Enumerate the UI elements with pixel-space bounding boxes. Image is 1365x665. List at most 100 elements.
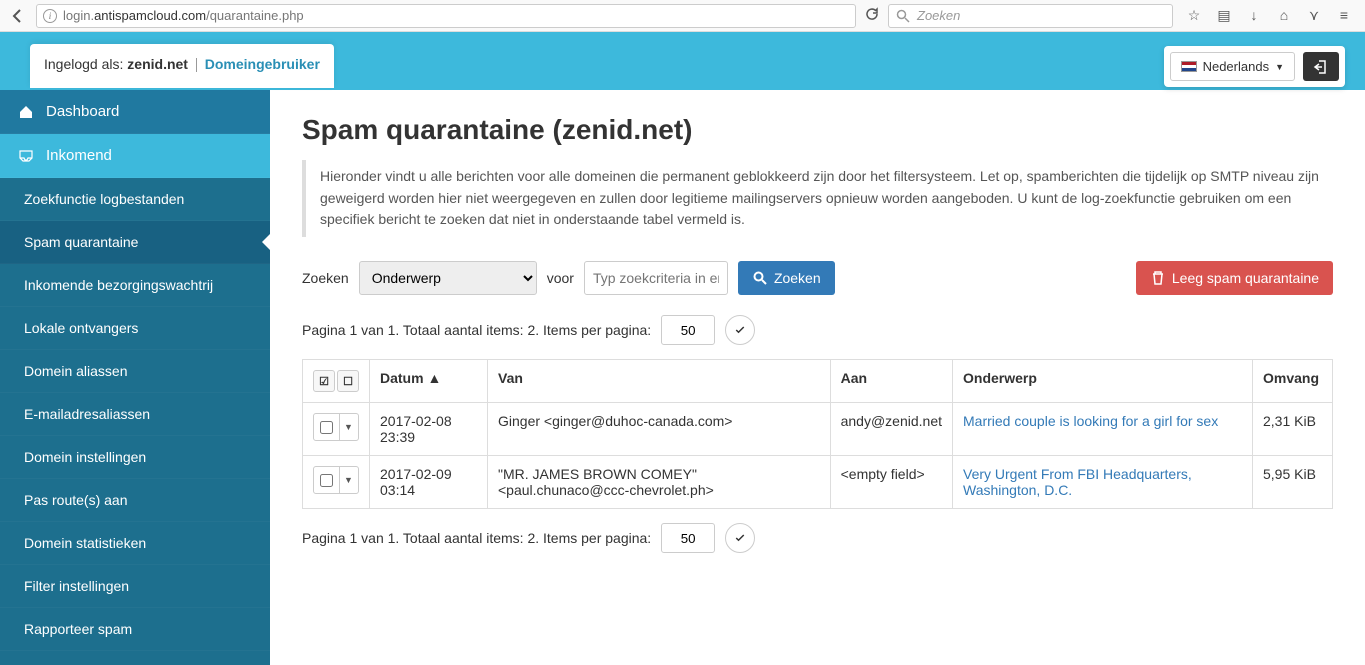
cell-size: 5,95 KiB xyxy=(1253,456,1333,509)
sidebar-dashboard[interactable]: Dashboard xyxy=(0,90,270,134)
url-text: login.antispamcloud.com/quarantaine.php xyxy=(63,8,304,23)
sidebar-item-domain-aliases[interactable]: Domein aliassen xyxy=(0,350,270,393)
browser-search[interactable]: Zoeken xyxy=(888,4,1173,28)
apply-per-page-button[interactable] xyxy=(725,315,755,345)
col-from[interactable]: Van xyxy=(488,360,831,403)
home-icon xyxy=(18,104,34,120)
sidebar-item-label: Spam quarantaine xyxy=(24,234,138,250)
cell-to: andy@zenid.net xyxy=(830,403,952,456)
sidebar-item-log-search[interactable]: Zoekfunctie logbestanden xyxy=(0,178,270,221)
url-bar[interactable]: i login.antispamcloud.com/quarantaine.ph… xyxy=(36,4,856,28)
language-selector[interactable]: Nederlands ▼ xyxy=(1170,52,1295,81)
sidebar-item-label: Domein instellingen xyxy=(24,449,146,465)
inbox-icon xyxy=(18,148,34,164)
row-checkbox-group: ▼ xyxy=(313,466,359,494)
flag-nl-icon xyxy=(1181,61,1197,72)
cell-date: 2017-02-08 23:39 xyxy=(370,403,488,456)
search-placeholder: Zoeken xyxy=(917,8,960,23)
pager-text: Pagina 1 van 1. Totaal aantal items: 2. … xyxy=(302,322,651,338)
downloads-icon[interactable]: ↓ xyxy=(1245,7,1263,24)
sidebar-item-filter-settings[interactable]: Filter instellingen xyxy=(0,565,270,608)
sidebar-item-local-recipients[interactable]: Lokale ontvangers xyxy=(0,307,270,350)
button-label: Leeg spam quarantaine xyxy=(1172,270,1319,286)
library-icon[interactable]: ▤ xyxy=(1215,7,1233,24)
bulk-select-buttons: ☑ ☐ xyxy=(313,370,359,392)
logged-in-label: Ingelogd als: xyxy=(44,56,127,72)
reload-button[interactable] xyxy=(860,6,884,25)
logout-icon xyxy=(1313,59,1329,75)
main-content: Spam quarantaine (zenid.net) Hieronder v… xyxy=(270,90,1365,665)
search-criteria-input[interactable] xyxy=(584,261,728,295)
browser-toolbar: ☆ ▤ ↓ ⌂ ⋎ ≡ xyxy=(1177,7,1361,24)
col-date[interactable]: Datum ▲ xyxy=(370,360,488,403)
search-icon xyxy=(752,270,768,286)
cell-to: <empty field> xyxy=(830,456,952,509)
info-icon: i xyxy=(43,9,57,23)
col-to[interactable]: Aan xyxy=(830,360,952,403)
cell-size: 2,31 KiB xyxy=(1253,403,1333,456)
sidebar-item-label: Inkomend xyxy=(46,147,112,164)
table-row: ▼ 2017-02-08 23:39 Ginger <ginger@duhoc-… xyxy=(303,403,1333,456)
quarantine-table: ☑ ☐ Datum ▲ Van Aan Onderwerp Omvang xyxy=(302,359,1333,509)
logged-in-domain: zenid.net xyxy=(127,56,188,72)
sidebar-item-label: Dashboard xyxy=(46,103,119,120)
sidebar: Dashboard Inkomend Zoekfunctie logbestan… xyxy=(0,90,270,665)
items-per-page-input[interactable] xyxy=(661,523,715,553)
logout-button[interactable] xyxy=(1303,52,1339,81)
sidebar-item-domain-settings[interactable]: Domein instellingen xyxy=(0,436,270,479)
select-none-button[interactable]: ☐ xyxy=(337,370,359,392)
search-label: Zoeken xyxy=(302,270,349,286)
sidebar-item-spam-quarantine[interactable]: Spam quarantaine xyxy=(0,221,270,264)
browser-chrome: i login.antispamcloud.com/quarantaine.ph… xyxy=(0,0,1365,32)
subject-link[interactable]: Very Urgent From FBI Headquarters, Washi… xyxy=(963,466,1192,498)
sidebar-item-label: E-mailadresaliassen xyxy=(24,406,150,422)
sidebar-item-label: Filter instellingen xyxy=(24,578,129,594)
sidebar-item-label: Zoekfunctie logbestanden xyxy=(24,191,184,207)
sidebar-item-delivery-queue[interactable]: Inkomende bezorgingswachtrij xyxy=(0,264,270,307)
sidebar-item-label: Lokale ontvangers xyxy=(24,320,138,336)
menu-icon[interactable]: ≡ xyxy=(1335,7,1353,24)
sidebar-item-label: Pas route(s) aan xyxy=(24,492,128,508)
search-field-select[interactable]: Onderwerp xyxy=(359,261,537,295)
sidebar-item-routes[interactable]: Pas route(s) aan xyxy=(0,479,270,522)
user-role[interactable]: Domeingebruiker xyxy=(205,56,320,72)
pocket-icon[interactable]: ⋎ xyxy=(1305,7,1323,24)
language-label: Nederlands xyxy=(1203,59,1270,74)
row-actions-dropdown[interactable]: ▼ xyxy=(339,467,357,493)
cell-date: 2017-02-09 03:14 xyxy=(370,456,488,509)
subject-link[interactable]: Married couple is looking for a girl for… xyxy=(963,413,1218,429)
back-button[interactable] xyxy=(4,4,32,28)
search-icon xyxy=(895,8,911,24)
cell-from: "MR. JAMES BROWN COMEY" <paul.chunaco@cc… xyxy=(488,456,831,509)
sidebar-incoming[interactable]: Inkomend xyxy=(0,134,270,178)
trash-icon xyxy=(1150,270,1166,286)
sidebar-item-domain-stats[interactable]: Domein statistieken xyxy=(0,522,270,565)
search-row: Zoeken Onderwerp voor Zoeken Leeg spam q… xyxy=(302,261,1333,295)
select-all-button[interactable]: ☑ xyxy=(313,370,335,392)
row-checkbox[interactable] xyxy=(320,474,333,487)
col-subject[interactable]: Onderwerp xyxy=(953,360,1253,403)
sidebar-item-report-spam[interactable]: Rapporteer spam xyxy=(0,608,270,651)
sidebar-item-label: Domein statistieken xyxy=(24,535,146,551)
check-icon xyxy=(734,532,746,544)
table-row: ▼ 2017-02-09 03:14 "MR. JAMES BROWN COME… xyxy=(303,456,1333,509)
check-icon xyxy=(734,324,746,336)
header-actions: Nederlands ▼ xyxy=(1164,46,1345,87)
sidebar-item-label: Domein aliassen xyxy=(24,363,128,379)
apply-per-page-button[interactable] xyxy=(725,523,755,553)
chevron-down-icon: ▼ xyxy=(1275,62,1284,72)
row-checkbox[interactable] xyxy=(320,421,333,434)
row-checkbox-group: ▼ xyxy=(313,413,359,441)
app-header: Ingelogd als: zenid.net Domeingebruiker … xyxy=(0,32,1365,90)
row-actions-dropdown[interactable]: ▼ xyxy=(339,414,357,440)
sidebar-item-email-aliases[interactable]: E-mailadresaliassen xyxy=(0,393,270,436)
home-icon[interactable]: ⌂ xyxy=(1275,7,1293,24)
search-button[interactable]: Zoeken xyxy=(738,261,835,295)
divider xyxy=(196,58,197,72)
col-size[interactable]: Omvang xyxy=(1253,360,1333,403)
button-label: Zoeken xyxy=(774,270,821,286)
empty-quarantine-button[interactable]: Leeg spam quarantaine xyxy=(1136,261,1333,295)
pager-bottom: Pagina 1 van 1. Totaal aantal items: 2. … xyxy=(302,523,1333,553)
bookmark-icon[interactable]: ☆ xyxy=(1185,7,1203,24)
items-per-page-input[interactable] xyxy=(661,315,715,345)
